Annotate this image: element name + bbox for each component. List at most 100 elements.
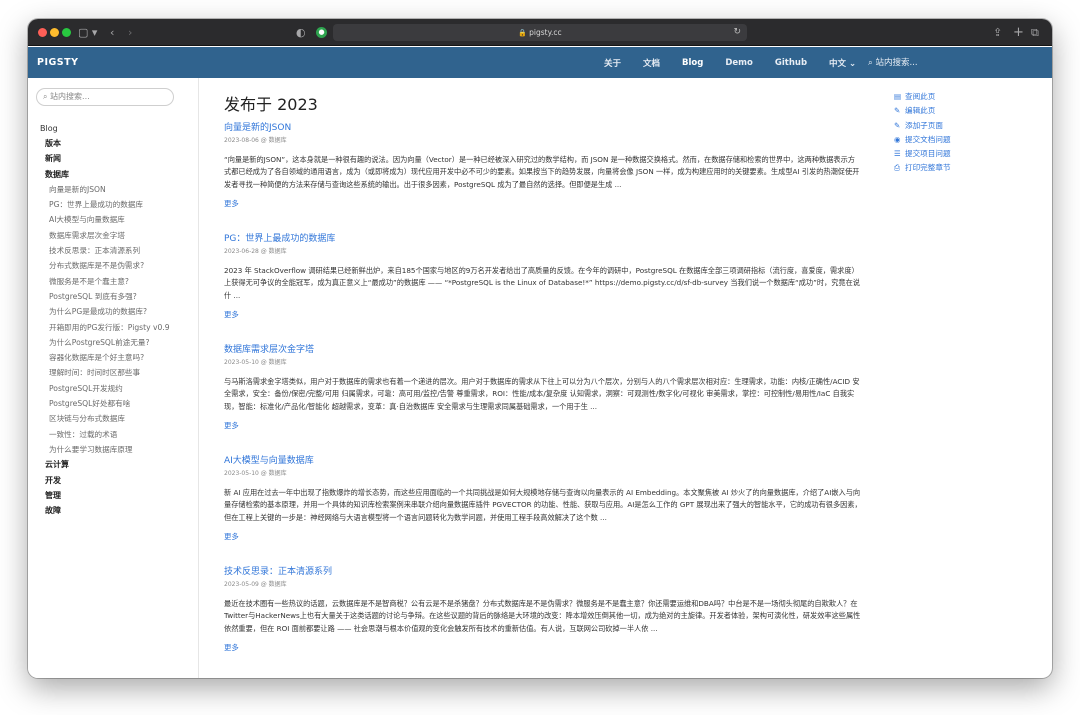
post-entry: AI大模型与向量数据库 2023-05-10 @ 数据库 新 AI 应用在过去一… (224, 455, 862, 542)
address-bar[interactable]: 🔒 pigsty.cc ↻ (333, 24, 747, 41)
sidebar-item-releases[interactable]: 版本 (40, 136, 200, 151)
post-excerpt: 新 AI 应用在过去一年中出现了指数爆炸的增长态势，而这些应用面临的一个共同挑战… (224, 488, 862, 522)
sidebar-subitem[interactable]: 微服务是不是个蠢主意? (40, 274, 200, 289)
privacy-shield-icon[interactable]: ◐ (296, 24, 306, 41)
sidebar-subitem[interactable]: AI大模型与向量数据库 (40, 212, 200, 227)
print-icon: ⎙ (894, 163, 900, 173)
post-title-link[interactable]: 数据库需求层次金字塔 (224, 344, 862, 356)
sidebar-subitem[interactable]: 数据库需求层次金字塔 (40, 228, 200, 243)
search-icon: ⌕ (868, 58, 873, 68)
github-icon: ◉ (894, 134, 901, 144)
sidebar-subitem[interactable]: PostgreSQL开发规约 (40, 381, 200, 396)
sidebar-item-cloud[interactable]: 云计算 (40, 457, 200, 472)
sidebar-subitem[interactable]: 为什么要学习数据库原理 (40, 442, 200, 457)
list-icon: ☰ (894, 149, 901, 159)
nav-link-blog[interactable]: Blog (682, 58, 703, 68)
read-more-link[interactable]: 更多 (224, 199, 862, 209)
post-title-link[interactable]: AI大模型与向量数据库 (224, 455, 862, 467)
close-window-button[interactable] (38, 28, 47, 37)
post-excerpt: 最近在技术圈有一些热议的话题，云数据库是不是智商税？公有云是不是杀猪盘？分布式数… (224, 599, 861, 633)
add-child-page-link[interactable]: ✎ 添加子页面 (894, 119, 1044, 133)
sidebar-subitem[interactable]: 容器化数据库是个好主意吗? (40, 350, 200, 365)
sidebar-subitem[interactable]: 区块链与分布式数据库 (40, 411, 200, 426)
new-tab-icon[interactable]: + (1013, 24, 1024, 41)
sidebar-item-database[interactable]: 数据库 (40, 167, 200, 182)
sidebar-subitem[interactable]: 为什么PostgreSQL前途无量? (40, 335, 200, 350)
lock-icon: 🔒 (518, 29, 528, 37)
page-actions: ▤ 查阅此页 ✎ 编辑此页 ✎ 添加子页面 ◉ 提交文档问题 ☰ 提交项目问题 ⎙ 打印完整… (894, 90, 1044, 176)
post-excerpt: 2023 年 StackOverflow 调研结果已经新鲜出炉，来自185个国家… (224, 266, 860, 300)
sidebar-subitem[interactable]: PostgreSQL好处都有啥 (40, 396, 200, 411)
sidebar-item-admin[interactable]: 管理 (40, 488, 200, 503)
toc-label: 打印完整章节 (905, 163, 951, 173)
back-icon[interactable]: ‹ (110, 24, 114, 41)
language-dropdown[interactable]: 中文 ⌄ (829, 57, 856, 69)
nav-link-docs[interactable]: 文档 (643, 57, 660, 69)
nav-link-about[interactable]: 关于 (604, 57, 621, 69)
sidebar-subitem[interactable]: 为什么PG是最成功的数据库? (40, 304, 200, 319)
minimize-window-button[interactable] (50, 28, 59, 37)
sidebar-subitem[interactable]: 一致性：过载的术语 (40, 427, 200, 442)
left-sidebar: ⌕ 站内搜索... Blog 版本 新闻 数据库 向量是新的JSON PG：世界… (28, 78, 199, 678)
extension-icon[interactable]: ● (316, 27, 327, 38)
read-more-link[interactable]: 更多 (224, 421, 862, 431)
sidebar-subitem[interactable]: PG：世界上最成功的数据库 (40, 197, 200, 212)
print-section-link[interactable]: ⎙ 打印完整章节 (894, 161, 1044, 175)
sidebar-subitem[interactable]: 分布式数据库是不是伪需求? (40, 258, 200, 273)
site-navbar: PIGSTY 关于 文档 Blog Demo Github 中文 ⌄ ⌕ 站内搜… (28, 47, 1052, 78)
search-icon: ⌕ (43, 92, 48, 101)
post-meta: 2023-06-28 @ 数据库 (224, 248, 287, 255)
post-entry: PG：世界上最成功的数据库 2023-06-28 @ 数据库 2023 年 St… (224, 233, 862, 320)
toc-label: 提交文档问题 (905, 134, 951, 144)
toc-label: 查阅此页 (905, 92, 936, 101)
post-meta: 2023-05-09 @ 数据库 (224, 581, 287, 588)
sidebar-item-dev[interactable]: 开发 (40, 473, 200, 488)
post-excerpt: “向量是新的JSON”，这本身就是一种很有趣的说法。因为向量（Vector）是一… (224, 155, 860, 189)
post-meta: 2023-05-10 @ 数据库 (224, 470, 287, 477)
nav-link-demo[interactable]: Demo (725, 58, 753, 68)
post-title-link[interactable]: 向量是新的JSON (224, 122, 862, 134)
doc-issue-link[interactable]: ◉ 提交文档问题 (894, 133, 1044, 147)
edit-page-link[interactable]: ✎ 编辑此页 (894, 104, 1044, 118)
sidebar-subitem[interactable]: 向量是新的JSON (40, 182, 200, 197)
sidebar-search-placeholder: 站内搜索... (50, 92, 90, 101)
forward-icon[interactable]: › (128, 24, 132, 41)
add-page-icon: ✎ (894, 120, 901, 130)
file-icon: ▤ (894, 92, 902, 101)
sidebar-tree: Blog 版本 新闻 数据库 向量是新的JSON PG：世界上最成功的数据库 A… (40, 121, 200, 518)
navbar-search-input[interactable]: ⌕ 站内搜索... (868, 56, 918, 68)
toc-label: 提交项目问题 (905, 149, 951, 159)
navbar-search-placeholder: 站内搜索... (875, 58, 918, 68)
nav-links: 关于 文档 Blog Demo Github 中文 ⌄ (604, 47, 878, 78)
tab-overview-icon[interactable]: ⧉ (1031, 24, 1039, 41)
sidebar-subitem[interactable]: 技术反思录：正本清源系列 (40, 243, 200, 258)
read-more-link[interactable]: 更多 (224, 310, 862, 320)
main-content: 发布于 2023 向量是新的JSON 2023-08-06 @ 数据库 “向量是… (224, 78, 864, 678)
sidebar-toggle-icon[interactable]: ▢ ▾ (78, 24, 97, 41)
post-title-link[interactable]: 技术反思录：正本清源系列 (224, 566, 862, 578)
toc-label: 添加子页面 (905, 120, 943, 130)
site-logo[interactable]: PIGSTY (37, 47, 79, 78)
read-more-link[interactable]: 更多 (224, 532, 862, 542)
sidebar-search-input[interactable]: ⌕ 站内搜索... (36, 88, 174, 106)
read-more-link[interactable]: 更多 (224, 643, 862, 653)
post-entry: 向量是新的JSON 2023-08-06 @ 数据库 “向量是新的JSON”，这… (224, 122, 862, 209)
browser-window: ▢ ▾ ‹ › ◐ ● 🔒 pigsty.cc ↻ ⇪ + ⧉ PIGSTY 关于… (28, 19, 1052, 678)
sidebar-item-blog[interactable]: Blog (40, 121, 200, 136)
project-issue-link[interactable]: ☰ 提交项目问题 (894, 147, 1044, 161)
nav-link-github[interactable]: Github (775, 58, 807, 68)
share-icon[interactable]: ⇪ (993, 24, 1002, 41)
post-meta: 2023-05-10 @ 数据库 (224, 359, 287, 366)
reload-icon[interactable]: ↻ (733, 24, 741, 41)
view-page-link[interactable]: ▤ 查阅此页 (894, 90, 1044, 104)
post-entry: 技术反思录：正本清源系列 2023-05-09 @ 数据库 最近在技术圈有一些热… (224, 566, 862, 653)
post-title-link[interactable]: PG：世界上最成功的数据库 (224, 233, 862, 245)
zoom-window-button[interactable] (62, 28, 71, 37)
sidebar-subitem[interactable]: 开箱即用的PG发行版：Pigsty v0.9 (40, 320, 200, 335)
toc-label: 编辑此页 (905, 106, 936, 116)
sidebar-item-failure[interactable]: 故障 (40, 503, 200, 518)
page-title: 发布于 2023 (224, 95, 318, 114)
sidebar-subitem[interactable]: PostgreSQL 到底有多强? (40, 289, 200, 304)
sidebar-subitem[interactable]: 理解时间：时间时区那些事 (40, 365, 200, 380)
sidebar-item-news[interactable]: 新闻 (40, 151, 200, 166)
